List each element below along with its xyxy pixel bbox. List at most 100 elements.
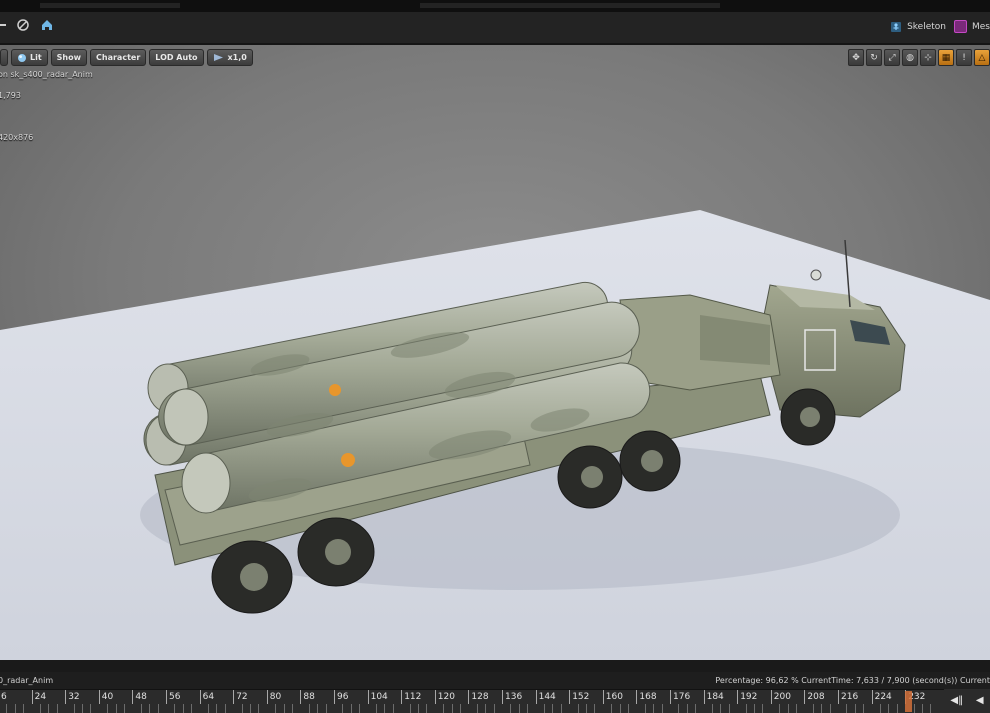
character-button[interactable]: Character <box>90 49 147 66</box>
lit-button[interactable]: Lit <box>11 49 48 66</box>
step-back-icon[interactable]: ◀︎‖ <box>950 695 963 706</box>
skeleton-mode-button[interactable]: Skeleton <box>890 21 946 33</box>
timeline-tick-line <box>401 690 403 704</box>
timeline-tick-label: 208 <box>807 692 825 702</box>
status-anim-name: 0_radar_Anim <box>0 676 54 685</box>
toolbar-filter-off-icon[interactable] <box>16 18 30 32</box>
timeline-tick-line <box>31 690 33 704</box>
timeline-tick-label: 168 <box>639 692 657 702</box>
timeline-tick-label: 96 <box>337 692 349 702</box>
timeline-tick-line <box>434 690 436 704</box>
timeline-tick-line <box>871 690 873 704</box>
timeline-tick-line <box>602 690 604 704</box>
timeline-tick-label: 152 <box>572 692 590 702</box>
timeline-tick-line <box>367 690 369 704</box>
play-back-icon[interactable]: ◀︎ <box>976 695 984 706</box>
show-button[interactable]: Show <box>50 49 88 66</box>
timeline-tick-label: 88 <box>303 692 315 702</box>
timeline-tick-label: 104 <box>370 692 388 702</box>
timeline-tick-label: 64 <box>202 692 215 702</box>
timeline-tick-label: 184 <box>706 692 724 702</box>
timeline-tick-label: 80 <box>269 692 282 702</box>
status-playback-info: Percentage: 96,62 % CurrentTime: 7,633 /… <box>715 676 990 685</box>
timeline-tick-label: 72 <box>236 692 248 702</box>
warning-icon[interactable]: ! <box>956 49 972 66</box>
lit-sphere-icon <box>18 53 26 62</box>
timeline-tick-line <box>838 690 839 704</box>
rotate-icon[interactable]: ↻ <box>866 49 882 66</box>
translate-icon[interactable]: ✥ <box>848 49 864 66</box>
timeline-tick-line <box>535 690 537 704</box>
angle-snap-icon[interactable]: △ <box>974 49 990 66</box>
timeline-tick-line <box>166 690 167 704</box>
timeline-tick-line <box>502 690 503 704</box>
timeline-tick-label: 32 <box>68 692 80 702</box>
timeline-tick-line <box>468 690 470 704</box>
timeline-tick-line <box>132 690 134 704</box>
toolbar: Skeleton Mes <box>0 12 990 45</box>
timeline-tick-line <box>300 690 302 704</box>
timeline-tick-label: 48 <box>135 692 147 702</box>
viewport-scene <box>0 45 990 660</box>
timeline-tick-line <box>636 690 638 704</box>
scale-icon[interactable]: ⤢ <box>884 49 900 66</box>
status-bar: 0_radar_Anim Percentage: 96,62 % Current… <box>0 672 990 689</box>
timeline-tick-label: 224 <box>874 692 892 702</box>
transport-controls: ◀︎‖ ◀︎ <box>944 689 990 712</box>
timeline-tick-line <box>770 690 772 704</box>
timeline-tick-line <box>334 690 335 704</box>
timeline-tick-label: 136 <box>505 692 523 702</box>
timeline-tick-label: 24 <box>34 692 47 702</box>
timeline-tick-label: 144 <box>538 692 556 702</box>
timeline-tick-line <box>199 690 201 704</box>
timeline-tick-label: 160 <box>605 692 623 702</box>
mesh-mode-button[interactable]: Mes <box>954 20 990 33</box>
perspective-button[interactable] <box>0 49 8 66</box>
timeline-tick-label: 56 <box>169 692 181 702</box>
timeline-tick-label: 112 <box>404 692 422 702</box>
play-speed-icon <box>213 54 223 61</box>
viewport[interactable]: Lit Show Character LOD Auto x1,0 ✥ ↻ ⤢ ◍… <box>0 45 990 660</box>
skeleton-mode-label: Skeleton <box>907 21 946 32</box>
overlay-resolution: 420x876 <box>0 133 34 142</box>
mesh-mode-label: Mes <box>972 21 990 32</box>
timeline-tick-line <box>804 690 806 704</box>
speed-label: x1,0 <box>227 53 247 62</box>
viewport-tool-buttons: ✥ ↻ ⤢ ◍ ⊹ ▦ ! △ <box>848 49 990 66</box>
timeline-tick-label: 176 <box>673 692 691 702</box>
timeline-tick-line <box>670 690 671 704</box>
lit-label: Lit <box>30 53 42 62</box>
timeline-tick-label: 128 <box>471 692 489 702</box>
surface-snap-icon[interactable]: ⊹ <box>920 49 936 66</box>
viewport-controls: Lit Show Character LOD Auto x1,0 <box>0 49 253 66</box>
toolbar-dash-icon[interactable] <box>0 24 6 26</box>
skeleton-icon <box>891 21 902 32</box>
timeline-tick-line <box>737 690 739 704</box>
timeline-tick-label: 216 <box>841 692 859 702</box>
character-label: Character <box>96 53 141 62</box>
show-label: Show <box>56 53 82 62</box>
timeline-tick-line <box>266 690 268 704</box>
timeline-tick-line <box>98 690 100 704</box>
toolbar-home-icon[interactable] <box>40 18 54 32</box>
overlay-anim-name: on sk_s400_radar_Anim <box>0 70 93 79</box>
speed-button[interactable]: x1,0 <box>206 49 253 66</box>
overlay-value: 1,793 <box>0 91 21 100</box>
timeline-tick-line <box>65 690 67 704</box>
timeline-tick-label: 200 <box>773 692 791 702</box>
timeline-tick-label: 192 <box>740 692 758 702</box>
mesh-icon <box>954 20 967 33</box>
grid-snap-icon[interactable]: ▦ <box>938 49 954 66</box>
world-local-icon[interactable]: ◍ <box>902 49 918 66</box>
timeline-tick-line <box>233 690 235 704</box>
lod-label: LOD Auto <box>155 53 198 62</box>
timeline-tick-label: 40 <box>101 692 114 702</box>
timeline[interactable]: 6 24 32 40 48 56 64 72 80 88 96 104 112 120 128 136 144 1… <box>0 689 990 713</box>
timeline-tick-line <box>703 690 705 704</box>
timeline-tick-label: 6 <box>1 692 7 702</box>
lod-button[interactable]: LOD Auto <box>149 49 204 66</box>
timeline-tick-line <box>569 690 571 704</box>
timeline-tick-label: 120 <box>437 692 455 702</box>
timeline-playhead[interactable] <box>905 691 912 712</box>
viewport-bottom-gap <box>0 660 990 672</box>
